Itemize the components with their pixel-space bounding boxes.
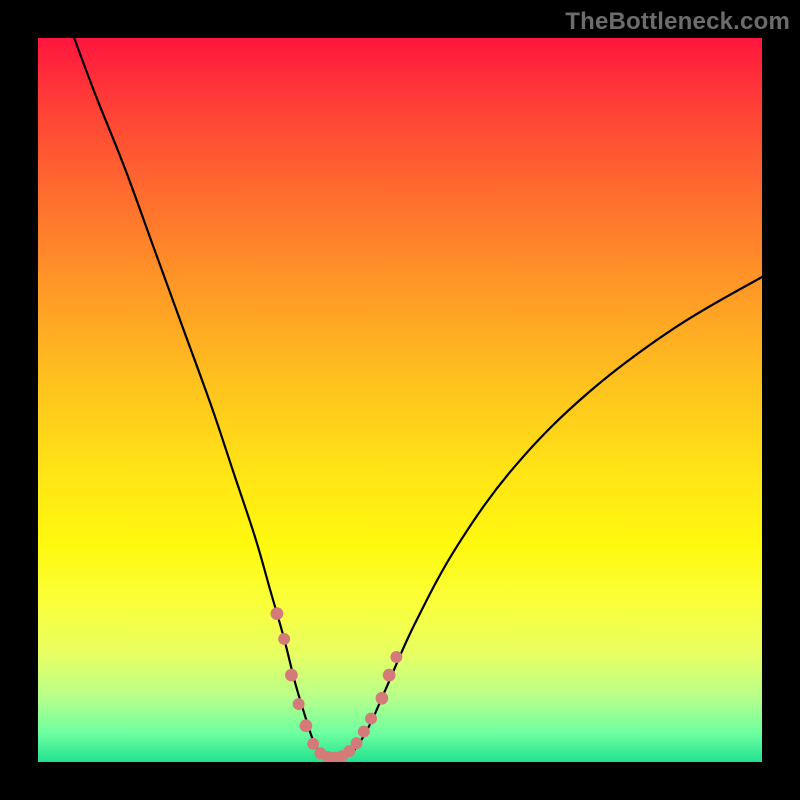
curve-marker: [307, 738, 319, 750]
curve-marker: [358, 726, 370, 738]
bottleneck-curve: [74, 38, 762, 759]
curve-markers: [271, 607, 403, 762]
curve-marker: [376, 692, 389, 705]
curve-marker: [278, 633, 290, 645]
curve-marker: [390, 651, 402, 663]
watermark-text: TheBottleneck.com: [565, 8, 790, 36]
curve-marker: [383, 669, 396, 682]
curve-marker: [271, 607, 284, 620]
bottleneck-chart-svg: [38, 38, 762, 762]
plot-area: [38, 38, 762, 762]
curve-marker: [351, 737, 363, 749]
chart-container: TheBottleneck.com: [0, 0, 800, 800]
curve-marker: [293, 698, 305, 710]
curve-marker: [300, 719, 313, 732]
curve-marker: [365, 713, 377, 725]
curve-marker: [285, 669, 298, 682]
